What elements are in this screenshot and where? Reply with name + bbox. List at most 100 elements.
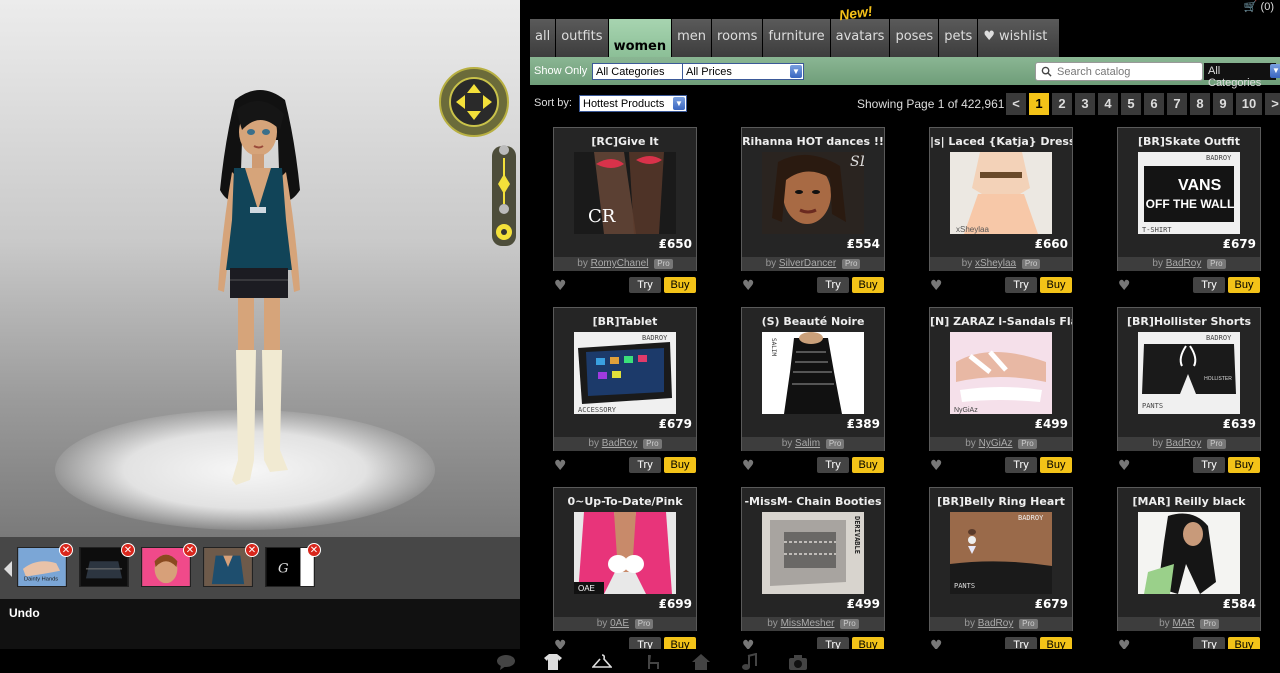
tab-men[interactable]: men (672, 19, 712, 57)
product-card[interactable]: [BR]Hollister Shorts BADROY HOLLISTER PANT… (1117, 307, 1261, 451)
buy-button[interactable]: Buy (1228, 457, 1260, 473)
wishlist-heart-icon[interactable]: ♥ (1118, 279, 1131, 293)
buy-button[interactable]: Buy (1040, 637, 1072, 649)
buy-button[interactable]: Buy (1228, 637, 1260, 649)
page-10-button[interactable]: 10 (1236, 93, 1262, 115)
page-6-button[interactable]: 6 (1144, 93, 1164, 115)
product-card[interactable]: [BR]Skate Outfit BADROY VANS OFF THE WALL T… (1117, 127, 1261, 271)
try-button[interactable]: Try (629, 637, 661, 649)
creator-link[interactable]: BadRoy (1166, 258, 1202, 269)
product-card[interactable]: [N] ZARAZ l-Sandals Flat NyGiAz ₤499 by … (929, 307, 1073, 451)
product-thumbnail[interactable]: BADROY PANTS (950, 512, 1052, 594)
wishlist-heart-icon[interactable]: ♥ (554, 639, 567, 649)
buy-button[interactable]: Buy (664, 637, 696, 649)
creator-link[interactable]: BadRoy (602, 438, 638, 449)
creator-link[interactable]: 0AE (610, 618, 629, 629)
buy-button[interactable]: Buy (1040, 277, 1072, 293)
page-8-button[interactable]: 8 (1190, 93, 1210, 115)
creator-link[interactable]: Salim (795, 438, 820, 449)
page-2-button[interactable]: 2 (1052, 93, 1072, 115)
tab-rooms[interactable]: rooms (712, 19, 763, 57)
home-icon[interactable] (691, 653, 711, 671)
buy-button[interactable]: Buy (1228, 277, 1260, 293)
page-5-button[interactable]: 5 (1121, 93, 1141, 115)
camera-nav-control[interactable] (436, 66, 516, 246)
tray-scroll-left-arrow[interactable] (4, 561, 12, 577)
try-button[interactable]: Try (817, 637, 849, 649)
try-button[interactable]: Try (1193, 277, 1225, 293)
product-card[interactable]: -MissM- Chain Booties DERIVABLE ₤499 by … (741, 487, 885, 631)
product-thumbnail[interactable]: SALIM (762, 332, 864, 414)
tray-remove-skirt-button[interactable]: ✕ (121, 543, 135, 557)
tab-wishlist[interactable]: ♥ wishlist (978, 19, 1060, 57)
product-thumbnail[interactable]: DERIVABLE (762, 512, 864, 594)
product-card[interactable]: |s| Laced {Katja} Dress xSheylaa ₤660 by… (929, 127, 1073, 271)
buy-button[interactable]: Buy (852, 277, 884, 293)
creator-link[interactable]: MissMesher (781, 618, 835, 629)
price-select[interactable]: All Prices ▼ (682, 63, 804, 80)
product-card[interactable]: [RC]Give It CR ₤650 by RomyChanel Pro (553, 127, 697, 271)
product-thumbnail[interactable]: OAE (574, 512, 676, 594)
tab-poses[interactable]: poses (890, 19, 939, 57)
tab-furniture[interactable]: furniture (763, 19, 830, 57)
buy-button[interactable]: Buy (852, 457, 884, 473)
product-thumbnail[interactable]: BADROY VANS OFF THE WALL T-SHIRT (1138, 152, 1240, 234)
tray-remove-face-button[interactable]: ✕ (183, 543, 197, 557)
product-card[interactable]: Rihanna HOT dances !! SD ₤554 by SilverD… (741, 127, 885, 271)
creator-link[interactable]: BadRoy (978, 618, 1014, 629)
try-button[interactable]: Try (1005, 277, 1037, 293)
chair-icon[interactable] (643, 653, 663, 671)
page-3-button[interactable]: 3 (1075, 93, 1095, 115)
page-1-button[interactable]: 1 (1029, 93, 1049, 115)
tray-remove-top-button[interactable]: ✕ (245, 543, 259, 557)
product-thumbnail[interactable]: BADROY HOLLISTER PANTS (1138, 332, 1240, 414)
tab-avatars[interactable]: New! avatars (830, 3, 890, 57)
product-card[interactable]: 0~Up-To-Date/Pink OAE ₤699 by 0AE Pro (553, 487, 697, 631)
prev-page-button[interactable]: < (1006, 93, 1026, 115)
try-button[interactable]: Try (1193, 637, 1225, 649)
wishlist-heart-icon[interactable]: ♥ (742, 459, 755, 473)
product-card[interactable]: (S) Beauté Noire SALIM ₤389 by Salim Pro (741, 307, 885, 451)
try-button[interactable]: Try (817, 277, 849, 293)
try-button[interactable]: Try (1193, 457, 1225, 473)
try-button[interactable]: Try (817, 457, 849, 473)
product-thumbnail[interactable]: SD (762, 152, 864, 234)
try-button[interactable]: Try (629, 457, 661, 473)
wishlist-heart-icon[interactable]: ♥ (1118, 459, 1131, 473)
page-7-button[interactable]: 7 (1167, 93, 1187, 115)
product-thumbnail[interactable] (1138, 512, 1240, 594)
creator-link[interactable]: MAR (1172, 618, 1194, 629)
creator-link[interactable]: NyGiAz (979, 438, 1013, 449)
buy-button[interactable]: Buy (664, 457, 696, 473)
page-9-button[interactable]: 9 (1213, 93, 1233, 115)
wishlist-heart-icon[interactable]: ♥ (554, 279, 567, 293)
wishlist-heart-icon[interactable]: ♥ (930, 459, 943, 473)
product-thumbnail[interactable]: BADROY ACCESSORY (574, 332, 676, 414)
search-category-select[interactable]: All Categories ▼ (1204, 63, 1280, 89)
shirt-icon[interactable] (543, 653, 563, 671)
cart[interactable]: 🛒 (0) (1244, 0, 1274, 13)
try-button[interactable]: Try (1005, 637, 1037, 649)
try-button[interactable]: Try (1005, 457, 1037, 473)
page-4-button[interactable]: 4 (1098, 93, 1118, 115)
product-thumbnail[interactable]: NyGiAz (950, 332, 1052, 414)
wishlist-heart-icon[interactable]: ♥ (742, 639, 755, 649)
product-thumbnail[interactable]: xSheylaa (950, 152, 1052, 234)
wishlist-heart-icon[interactable]: ♥ (1118, 639, 1131, 649)
camera-icon[interactable] (788, 653, 808, 671)
undo-button[interactable]: Undo (9, 606, 40, 620)
buy-button[interactable]: Buy (852, 637, 884, 649)
product-card[interactable]: [BR]Belly Ring Heart BADROY PANTS ₤679 by… (929, 487, 1073, 631)
tab-women[interactable]: women (608, 19, 672, 57)
creator-link[interactable]: RomyChanel (591, 258, 649, 269)
creator-link[interactable]: xSheylaa (975, 258, 1016, 269)
avatar-stage[interactable] (0, 0, 520, 537)
tab-outfits[interactable]: outfits (556, 19, 608, 57)
product-card[interactable]: [BR]Tablet BADROY ACCESSORY ₤679 by BadRo… (553, 307, 697, 451)
wishlist-heart-icon[interactable]: ♥ (554, 459, 567, 473)
tray-remove-hand-button[interactable]: ✕ (59, 543, 73, 557)
creator-link[interactable]: BadRoy (1166, 438, 1202, 449)
avatar-figure[interactable] (200, 80, 320, 500)
try-button[interactable]: Try (629, 277, 661, 293)
creator-link[interactable]: SilverDancer (779, 258, 836, 269)
